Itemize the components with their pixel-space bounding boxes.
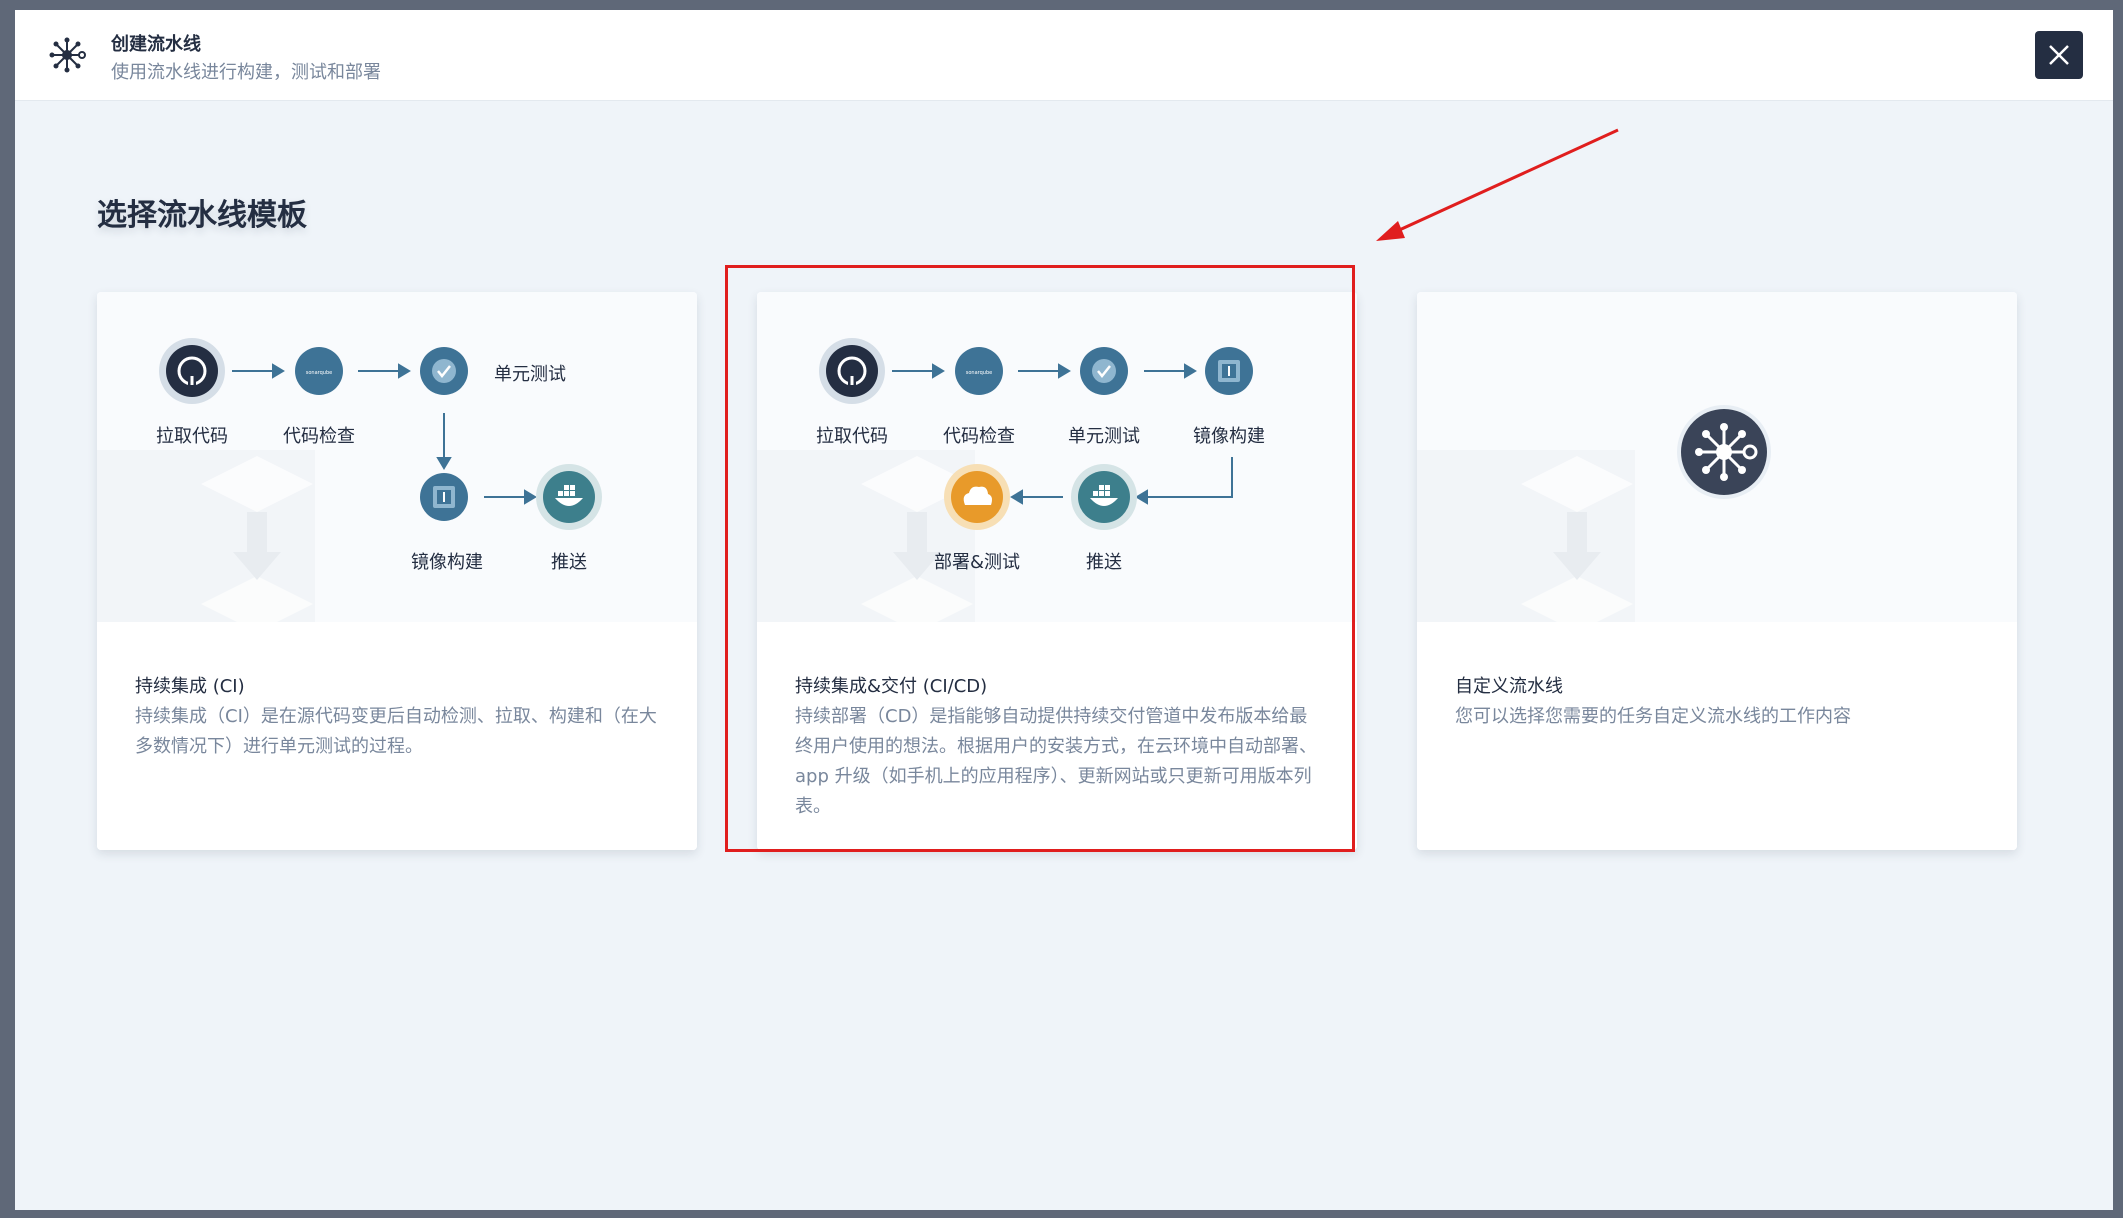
step-label-pull-code: 拉取代码 (156, 426, 228, 447)
step-label-code-check: 代码检查 (943, 426, 1015, 447)
docker-icon (1071, 464, 1137, 530)
svg-text:sonarqube: sonarqube (306, 370, 332, 376)
card-description: 您可以选择您需要的任务自定义流水线的工作内容 (1455, 706, 1851, 727)
card-info: 持续集成&交付 (CI/CD) 持续部署（CD）是指能够自动提供持续交付管道中发… (757, 622, 1357, 850)
close-icon (2049, 45, 2069, 65)
check-icon (1080, 347, 1128, 395)
step-label-push: 推送 (551, 552, 587, 573)
custom-diagram (1521, 405, 1771, 622)
card-description: 持续集成（CI）是在源代码变更后自动检测、拉取、构建和（在大多数情况下）进行单元… (135, 706, 657, 757)
github-icon (819, 338, 885, 404)
template-card-cicd[interactable]: sonarqube 拉取代码 代码检查 单元测试 镜像构建 推送 部署&测试 持… (757, 292, 1357, 850)
image-build-icon (420, 473, 468, 521)
card-diagram: sonarqube (757, 292, 1357, 622)
page-title: 选择流水线模板 (97, 198, 307, 233)
step-label-code-check: 代码检查 (283, 426, 355, 447)
modal-header: 创建流水线 使用流水线进行构建，测试和部署 (15, 10, 2113, 101)
template-card-ci[interactable]: sonarqube 拉取代码 代码检查 单元测试 镜像构建 推送 持续集成 (C… (97, 292, 697, 850)
modal-title: 创建流水线 (111, 34, 201, 55)
step-label-unit-test: 单元测试 (494, 364, 566, 385)
create-pipeline-modal: 创建流水线 使用流水线进行构建，测试和部署 选择流水线模板 sonarqube … (15, 10, 2113, 1210)
docker-icon (536, 464, 602, 530)
download-watermark-icon (1521, 456, 1633, 622)
card-info: 自定义流水线 您可以选择您需要的任务自定义流水线的工作内容 (1417, 622, 2017, 850)
download-watermark-icon (201, 456, 313, 622)
step-label-image-build: 镜像构建 (1193, 426, 1265, 447)
card-description: 持续部署（CD）是指能够自动提供持续交付管道中发布版本给最终用户使用的想法。根据… (795, 706, 1317, 817)
close-button[interactable] (2035, 31, 2083, 79)
card-diagram: sonarqube (97, 292, 697, 622)
card-title: 自定义流水线 (1455, 676, 1563, 697)
check-icon (420, 347, 468, 395)
sonarqube-icon: sonarqube (955, 347, 1003, 395)
card-title: 持续集成&交付 (CI/CD) (795, 676, 988, 697)
step-label-push: 推送 (1086, 552, 1122, 573)
modal-description: 使用流水线进行构建，测试和部署 (111, 62, 381, 83)
svg-text:sonarqube: sonarqube (966, 370, 992, 376)
pipeline-icon (1677, 405, 1771, 499)
card-title: 持续集成 (CI) (135, 676, 245, 697)
step-label-unit-test: 单元测试 (1068, 426, 1140, 447)
step-label-deploy-test: 部署&测试 (933, 552, 1021, 573)
card-diagram (1417, 292, 2017, 622)
template-card-custom[interactable]: 自定义流水线 您可以选择您需要的任务自定义流水线的工作内容 (1417, 292, 2017, 850)
cloud-icon (944, 464, 1010, 530)
pipeline-icon (49, 37, 86, 73)
step-label-pull-code: 拉取代码 (816, 426, 888, 447)
github-icon (159, 338, 225, 404)
sonarqube-icon: sonarqube (295, 347, 343, 395)
card-info: 持续集成 (CI) 持续集成（CI）是在源代码变更后自动检测、拉取、构建和（在大… (97, 622, 697, 850)
step-label-image-build: 镜像构建 (411, 552, 483, 573)
image-build-icon (1205, 347, 1253, 395)
